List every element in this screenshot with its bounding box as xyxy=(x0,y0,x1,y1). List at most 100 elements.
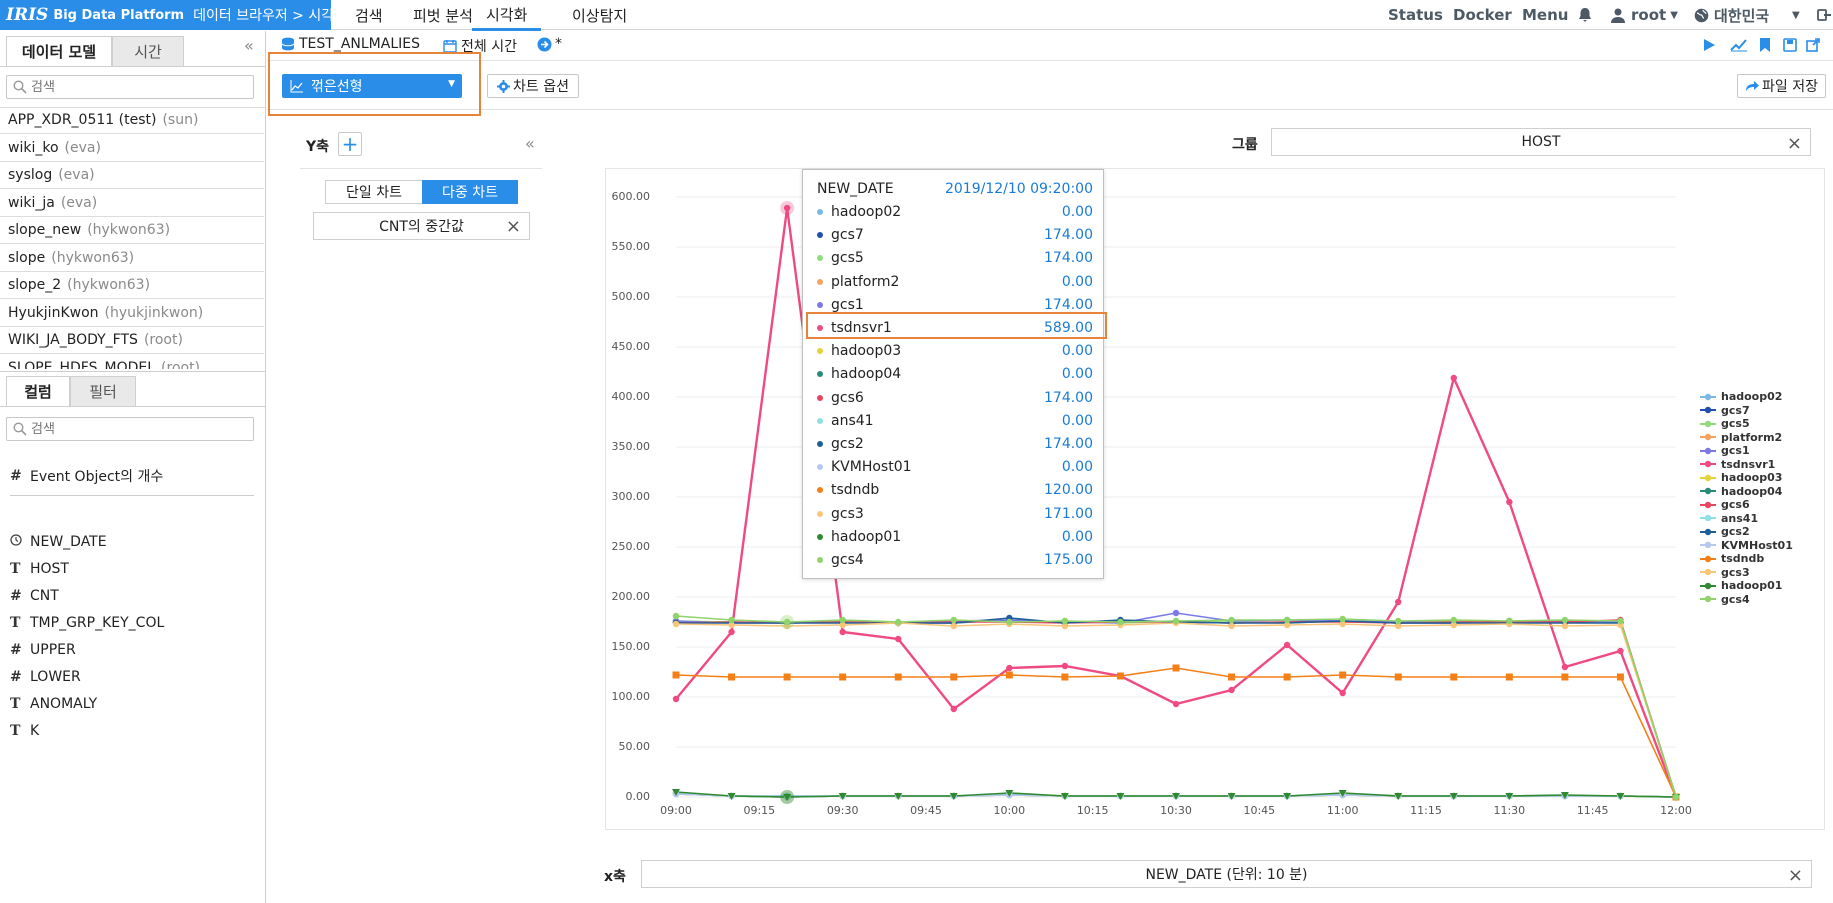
data-point[interactable] xyxy=(1339,615,1346,623)
data-point[interactable] xyxy=(950,616,957,624)
run-status[interactable]: * xyxy=(537,36,562,52)
legend-item[interactable]: tsdndb xyxy=(1700,552,1828,566)
line-chart-icon[interactable] xyxy=(1730,38,1748,56)
model-tab[interactable]: TEST_ANLMALIES xyxy=(281,36,420,52)
data-point[interactable] xyxy=(1617,617,1624,625)
legend-item[interactable]: hadoop03 xyxy=(1700,471,1828,485)
column-item[interactable]: # CNT xyxy=(10,585,59,607)
legend-item[interactable]: platform2 xyxy=(1700,431,1828,445)
data-point[interactable] xyxy=(672,612,680,620)
data-model-item[interactable]: SLOPE_HDFS_MODEL (root) xyxy=(0,355,264,370)
data-point[interactable] xyxy=(895,635,902,643)
close-icon[interactable]: × xyxy=(1787,133,1802,154)
group-field[interactable]: HOST × xyxy=(1271,128,1811,156)
data-point[interactable] xyxy=(783,673,791,681)
data-model-item[interactable]: APP_XDR_0511 (test) (sun) xyxy=(0,107,264,134)
data-point[interactable] xyxy=(728,673,736,681)
data-point[interactable] xyxy=(839,673,847,681)
menu-link[interactable]: Menu xyxy=(1522,0,1568,30)
data-point[interactable] xyxy=(950,622,957,630)
column-search-input[interactable] xyxy=(31,420,246,438)
column-item[interactable]: TK xyxy=(10,720,39,742)
data-point[interactable] xyxy=(728,616,735,624)
data-point[interactable] xyxy=(728,628,735,636)
tab-columns[interactable]: 컬럼 xyxy=(6,376,70,406)
model-search[interactable] xyxy=(6,75,254,99)
legend-item[interactable]: gcs6 xyxy=(1700,498,1828,512)
column-item[interactable]: T ANOMALY xyxy=(10,693,97,715)
legend-item[interactable]: ans41 xyxy=(1700,512,1828,526)
data-point[interactable] xyxy=(1228,616,1235,624)
close-icon[interactable]: × xyxy=(506,216,521,237)
data-point[interactable] xyxy=(1616,673,1624,681)
collapse-y-panel-icon[interactable]: « xyxy=(525,134,535,153)
data-point[interactable] xyxy=(1395,617,1402,625)
data-point[interactable] xyxy=(1561,673,1569,681)
tab-data-model[interactable]: 데이터 모델 xyxy=(6,36,112,66)
legend-item[interactable]: gcs3 xyxy=(1700,566,1828,580)
legend-item[interactable]: KVMHost01 xyxy=(1700,539,1828,553)
x-axis-field[interactable]: NEW_DATE (단위: 10 분) × xyxy=(641,860,1812,888)
data-point[interactable] xyxy=(1283,673,1291,681)
data-point[interactable] xyxy=(839,616,846,624)
data-model-item[interactable]: wiki_ja (eva) xyxy=(0,190,264,217)
collapse-left-icon[interactable]: « xyxy=(244,36,254,55)
data-point[interactable] xyxy=(1061,673,1069,681)
close-icon[interactable]: × xyxy=(1788,865,1803,886)
data-point[interactable] xyxy=(839,628,846,636)
data-point[interactable] xyxy=(1450,374,1457,382)
data-point[interactable] xyxy=(895,618,902,626)
data-point[interactable] xyxy=(1617,647,1624,655)
series-line[interactable] xyxy=(675,622,1677,798)
data-point[interactable] xyxy=(1561,663,1569,671)
line-chart[interactable]: 0.00 50.00 100.00 150.00 200.00 250.00 300.00 3… xyxy=(606,169,1826,831)
data-point[interactable] xyxy=(672,620,680,628)
data-point[interactable] xyxy=(1172,609,1180,617)
series-line[interactable] xyxy=(675,667,1677,798)
data-point[interactable] xyxy=(1506,617,1513,625)
data-point[interactable] xyxy=(1006,618,1013,626)
legend-item[interactable]: hadoop04 xyxy=(1700,485,1828,499)
data-point[interactable] xyxy=(1395,598,1402,606)
chevron-down-icon[interactable]: ▼ xyxy=(1792,0,1800,30)
region-menu[interactable]: 대한민국 xyxy=(1694,0,1769,30)
legend-item[interactable]: hadoop01 xyxy=(1700,579,1828,593)
data-point[interactable] xyxy=(1561,616,1569,624)
legend-item[interactable]: gcs5 xyxy=(1700,417,1828,431)
data-model-item[interactable]: slope_2 (hykwon63) xyxy=(0,272,264,299)
data-point[interactable] xyxy=(1228,673,1236,681)
multi-chart-button[interactable]: 다중 차트 xyxy=(422,180,518,204)
data-point[interactable] xyxy=(1672,793,1680,801)
series-line[interactable] xyxy=(676,617,1677,798)
bell-icon[interactable] xyxy=(1577,0,1593,30)
data-point[interactable] xyxy=(1450,673,1458,681)
data-point[interactable] xyxy=(1339,689,1346,697)
docker-link[interactable]: Docker xyxy=(1453,0,1512,30)
data-point[interactable] xyxy=(1450,616,1457,624)
data-model-item[interactable]: slope_new (hykwon63) xyxy=(0,217,264,244)
data-point[interactable] xyxy=(950,705,957,713)
data-model-item[interactable]: slope (hykwon63) xyxy=(0,245,264,272)
nav-search[interactable]: 검색 xyxy=(355,0,383,30)
column-item[interactable]: # LOWER xyxy=(10,666,81,688)
save-icon[interactable] xyxy=(1783,38,1797,56)
nav-pivot-analysis[interactable]: 피벗 분석 xyxy=(413,0,473,30)
status-link[interactable]: Status xyxy=(1388,0,1443,30)
data-point[interactable] xyxy=(1172,700,1180,708)
y-measure-field[interactable]: CNT의 중간값 × xyxy=(313,212,530,240)
data-point[interactable] xyxy=(1061,617,1069,625)
column-item[interactable]: T TMP_GRP_KEY_COL xyxy=(10,612,164,634)
data-point[interactable] xyxy=(1561,622,1569,630)
column-search[interactable] xyxy=(6,417,254,441)
data-point[interactable] xyxy=(1505,673,1513,681)
data-point[interactable] xyxy=(1116,672,1124,680)
data-point[interactable] xyxy=(1061,662,1069,670)
data-point[interactable] xyxy=(1339,671,1347,679)
user-menu[interactable]: root ▼ xyxy=(1611,0,1678,30)
tab-filter[interactable]: 필터 xyxy=(70,376,136,406)
data-point[interactable] xyxy=(1283,616,1291,624)
data-point[interactable] xyxy=(1394,673,1402,681)
legend-item[interactable]: gcs2 xyxy=(1700,525,1828,539)
data-point[interactable] xyxy=(894,673,902,681)
play-icon[interactable] xyxy=(1702,38,1716,56)
